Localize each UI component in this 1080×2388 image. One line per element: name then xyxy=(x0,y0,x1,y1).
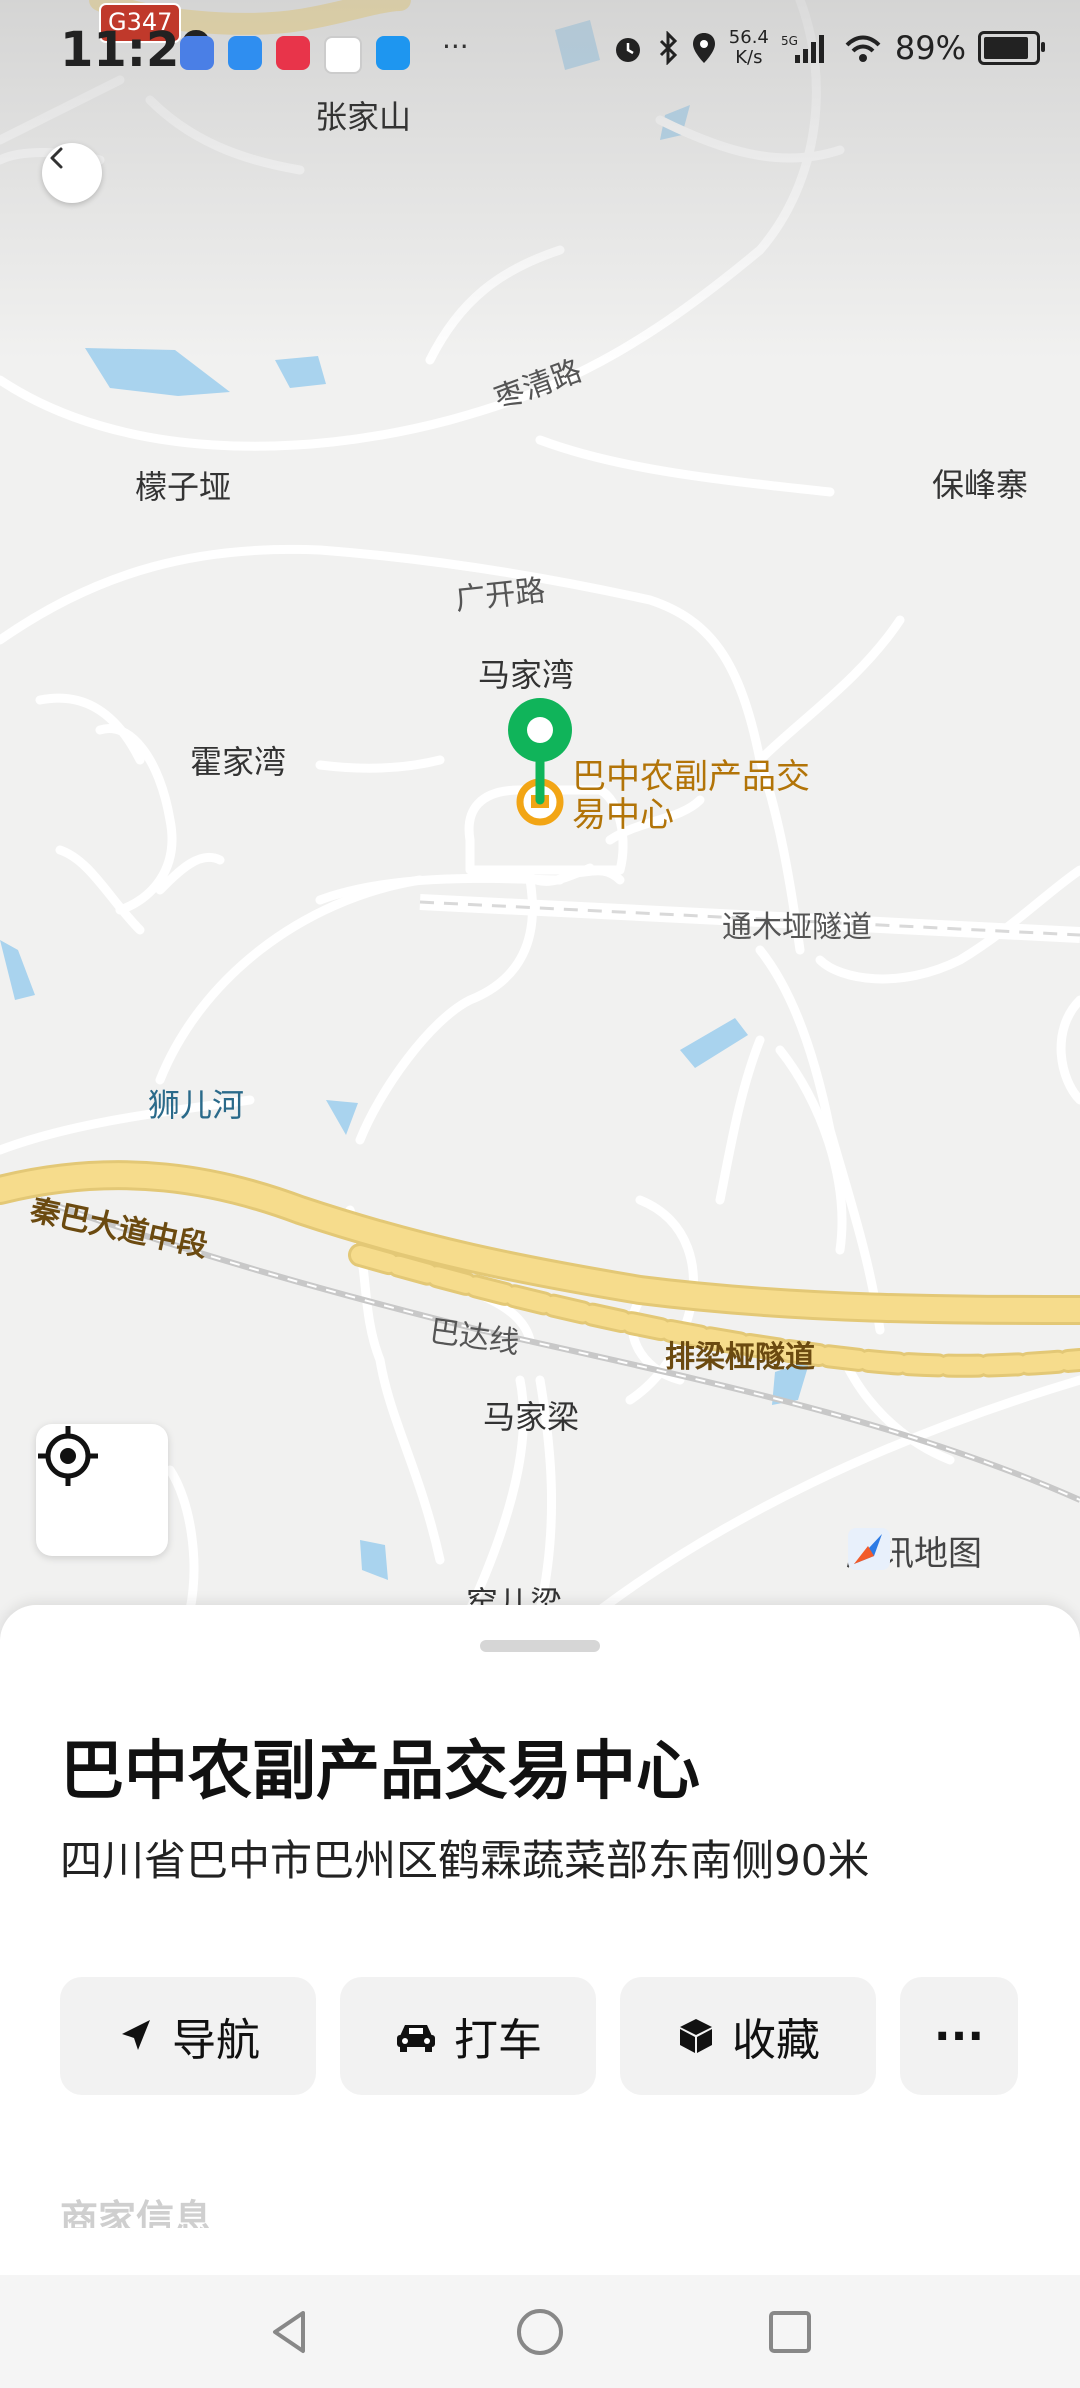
more-actions-button[interactable]: ··· xyxy=(900,1977,1018,2095)
place-label-huojiawan: 霍家湾 xyxy=(190,743,287,781)
network-speed: 56.4 K/s xyxy=(729,28,769,68)
battery-icon xyxy=(978,31,1045,65)
place-title: 巴中农副产品交易中心 xyxy=(60,1735,700,1809)
location-icon xyxy=(692,33,715,63)
drag-handle[interactable] xyxy=(480,1640,600,1652)
message-app-icon xyxy=(376,36,410,70)
river-label-shierhe: 狮儿河 xyxy=(148,1086,245,1124)
car-icon xyxy=(397,2025,435,2052)
place-label-yaoerliang: 窑儿梁 xyxy=(466,1584,563,1606)
nav-recents-icon[interactable] xyxy=(765,2307,815,2357)
place-label-majiawan: 马家湾 xyxy=(478,656,575,694)
place-label-baofengzhai: 保峰寨 xyxy=(932,466,1029,504)
action-bar: 导航 打车 收藏 ··· xyxy=(60,1977,1018,2095)
music-app-icon xyxy=(276,36,310,70)
more-notifications: ··· xyxy=(442,30,469,63)
nav-home-icon[interactable] xyxy=(515,2307,565,2357)
map-view[interactable]: G347 张家山 枣清路 檬子垭 保峰寨 广开路 马家湾 霍家湾 通木垭隧道 狮… xyxy=(0,0,1080,1610)
navigation-arrow-icon xyxy=(122,2020,150,2050)
battery-percent: 89% xyxy=(894,29,966,67)
favorite-button[interactable]: 收藏 xyxy=(620,1977,876,2095)
tencent-map-logo-icon xyxy=(848,1528,890,1570)
back-button[interactable] xyxy=(42,143,102,203)
tencent-map-logo: 腾讯地图 xyxy=(846,1526,982,1575)
weather-app-icon xyxy=(228,36,262,70)
alarm-icon xyxy=(615,38,640,62)
chevron-left-icon xyxy=(50,147,63,169)
my-location-button[interactable] xyxy=(36,1424,168,1556)
notification-icons xyxy=(180,36,410,74)
place-label-majialiang: 马家梁 xyxy=(483,1398,580,1436)
poi-map-label[interactable]: 巴中农副产品交易中心 xyxy=(572,758,812,834)
road-label-tongmuya-tunnel: 通木垭隧道 xyxy=(722,910,872,945)
taxi-button[interactable]: 打车 xyxy=(340,1977,596,2095)
more-icon: ··· xyxy=(933,2010,985,2062)
navigate-label: 导航 xyxy=(172,2015,260,2066)
road-label-guangkailu: 广开路 xyxy=(453,573,547,618)
merchant-info-heading: 商家信息 xyxy=(60,2197,213,2228)
wifi-icon xyxy=(845,35,881,62)
svg-text:5G: 5G xyxy=(781,34,798,48)
status-bar: 11:20 ··· 56.4 K/s 5G 89% xyxy=(0,0,1080,110)
assistant-app-icon xyxy=(324,36,362,74)
place-detail-sheet[interactable]: 巴中农副产品交易中心 四川省巴中市巴州区鹤霖蔬菜部东南侧90米 导航 打车 收藏… xyxy=(0,1605,1080,2275)
place-label-mengziya: 檬子垭 xyxy=(135,468,232,506)
favorite-label: 收藏 xyxy=(732,2015,820,2066)
crosshair-icon xyxy=(38,1426,98,1486)
cube-icon xyxy=(680,2019,712,2053)
navigate-button[interactable]: 导航 xyxy=(60,1977,316,2095)
taxi-label: 打车 xyxy=(454,2015,542,2066)
bluetooth-icon xyxy=(659,31,677,65)
map-canvas xyxy=(0,0,1080,1610)
place-address: 四川省巴中市巴州区鹤霖蔬菜部东南侧90米 xyxy=(60,1836,870,1885)
nav-back-icon[interactable] xyxy=(265,2307,315,2357)
signal-icon: 5G xyxy=(781,34,824,63)
network-speed-unit: K/s xyxy=(735,47,763,68)
clock-app-icon xyxy=(180,36,214,70)
network-speed-value: 56.4 xyxy=(728,27,769,48)
road-label-pailiangya-tunnel: 排梁桠隧道 xyxy=(665,1340,815,1375)
system-navigation-bar xyxy=(0,2275,1080,2388)
